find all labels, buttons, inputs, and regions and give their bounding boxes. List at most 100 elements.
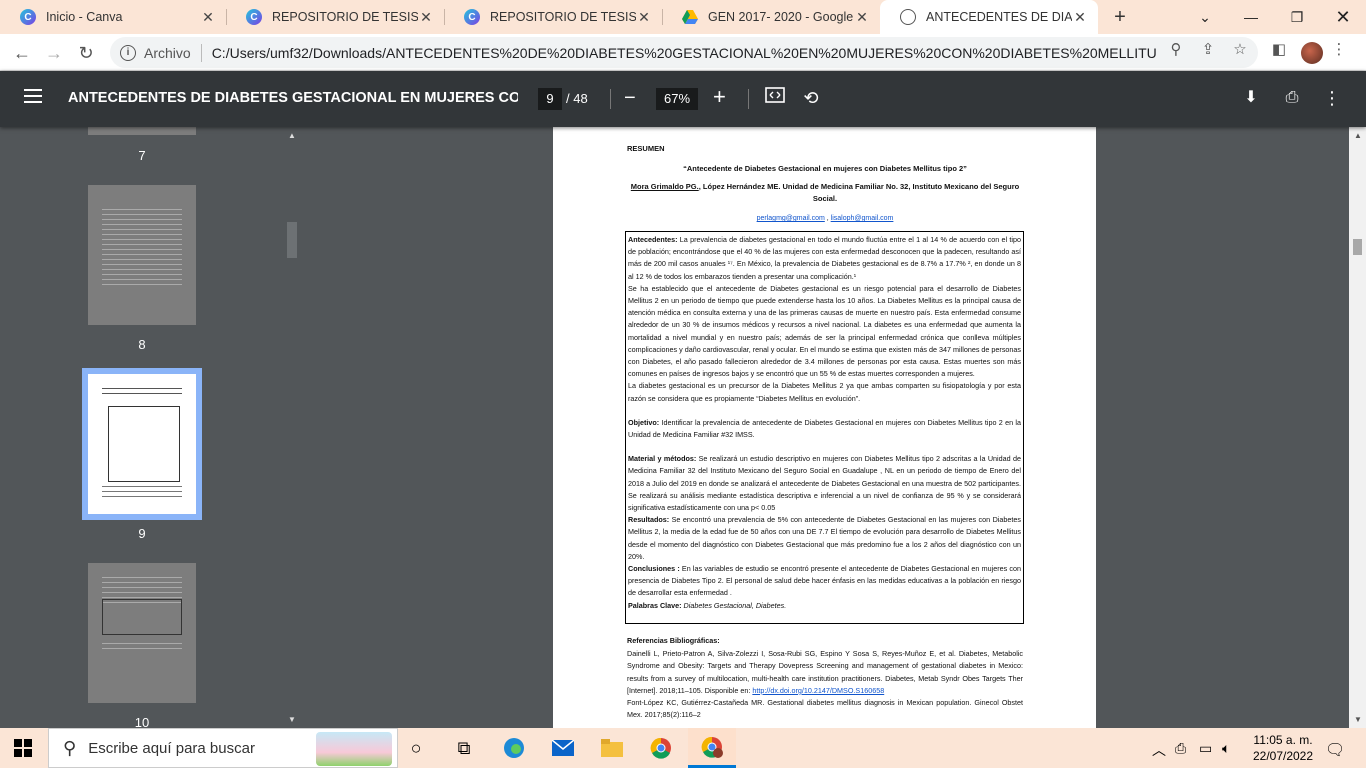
mail-icon[interactable] <box>550 736 576 760</box>
reload-button[interactable]: ↻ <box>72 39 100 67</box>
reference-item: Font-López KC, Gutiérrez-Castañeda MR. G… <box>627 698 1023 720</box>
sidebar-scroll-thumb[interactable] <box>287 222 297 258</box>
print-icon[interactable]: ⎙ <box>1281 87 1303 109</box>
tab-repositorio-1[interactable]: C REPOSITORIO DE TESIS UMF ✕ <box>226 0 444 34</box>
thumbnail-sidebar: 7 8 9 10 <box>0 127 284 728</box>
address-url[interactable]: C:/Users/umf32/Downloads/ANTECEDENTES%20… <box>212 45 1157 61</box>
reference-item: Dainelli L, Prieto-Patron A, Silva-Zolez… <box>627 648 1023 697</box>
globe-icon: ◍ <box>900 9 916 25</box>
google-drive-icon <box>682 9 698 25</box>
page-number-input[interactable]: 9 <box>538 88 562 110</box>
tab-strip: C Inicio - Canva ✕ C REPOSITORIO DE TESI… <box>0 0 1366 34</box>
scroll-down-icon[interactable]: ▼ <box>1354 715 1362 724</box>
close-icon[interactable]: ✕ <box>418 9 434 26</box>
abstract-antecedentes: Antecedentes: La prevalencia de diabetes… <box>628 234 1021 283</box>
scroll-down-icon[interactable]: ▼ <box>288 715 296 724</box>
pdf-viewport[interactable]: RESUMEN “Antecedente de Diabetes Gestaci… <box>301 127 1349 728</box>
viewer-scroll-thumb[interactable] <box>1353 239 1362 255</box>
info-icon[interactable]: i <box>120 44 136 61</box>
address-divider <box>200 43 202 62</box>
tab-repositorio-2[interactable]: C REPOSITORIO DE TESIS UMF ✕ <box>444 0 662 34</box>
search-highlight-image[interactable] <box>316 732 392 766</box>
tab-google-drive[interactable]: GEN 2017- 2020 - Google Dr ✕ <box>662 0 880 34</box>
sidebar-scrollbar[interactable] <box>284 127 301 728</box>
abstract-label: Objetivo: <box>628 417 660 427</box>
share-icon[interactable]: ⇪ <box>1199 41 1217 59</box>
reference-link[interactable]: http://dx.doi.org/10.2147/DMSO.S160658 <box>752 686 884 695</box>
clock-time: 11:05 a. m. <box>1253 733 1313 747</box>
author-name: Mora Grimaldo PG. <box>630 182 699 191</box>
tab-title: Inicio - Canva <box>46 10 123 24</box>
document-heading: “Antecedente de Diabetes Gestacional en … <box>683 164 967 173</box>
canva-icon: C <box>246 9 262 25</box>
download-icon[interactable]: ⬇ <box>1240 87 1262 109</box>
abstract-label: Material y métodos: <box>628 454 697 464</box>
thumbnail-label: 7 <box>138 148 146 163</box>
close-icon[interactable]: ✕ <box>854 9 870 26</box>
tab-search-button[interactable]: ⌄ <box>1182 0 1228 34</box>
clock-date: 22/07/2022 <box>1252 749 1314 763</box>
side-panel-icon[interactable]: ◧ <box>1270 41 1288 59</box>
tab-title: GEN 2017- 2020 - Google Dr <box>708 10 854 24</box>
windows-start-icon[interactable] <box>14 739 32 757</box>
tab-inicio-canva[interactable]: C Inicio - Canva ✕ <box>0 0 226 34</box>
taskbar-clock[interactable]: 11:05 a. m. 22/07/2022 <box>1248 732 1318 764</box>
network-icon[interactable]: ⎙ <box>1175 740 1186 757</box>
abstract-box: Antecedentes: La prevalencia de diabetes… <box>625 231 1024 624</box>
email-link[interactable]: lisaloph@gmail.com <box>831 215 894 222</box>
restore-button[interactable]: ❐ <box>1274 0 1320 34</box>
close-icon[interactable]: ✕ <box>636 9 652 26</box>
bookmark-star-icon[interactable]: ☆ <box>1231 41 1249 59</box>
task-view-icon[interactable]: ⧉ <box>451 736 477 760</box>
hamburger-menu-icon[interactable] <box>24 89 42 107</box>
notifications-icon[interactable]: 🗨︎ <box>1325 740 1345 760</box>
browser-toolbar: ← → ↻ i Archivo C:/Users/umf32/Downloads… <box>0 34 1366 71</box>
address-bar[interactable]: i Archivo C:/Users/umf32/Downloads/ANTEC… <box>110 37 1258 68</box>
tab-title: ANTECEDENTES DE DIABETE <box>926 10 1072 24</box>
close-icon[interactable]: ✕ <box>200 9 216 26</box>
cortana-icon[interactable]: ○ <box>403 736 429 760</box>
references: Referencias Bibliográficas: Dainelli L, … <box>627 635 1023 721</box>
volume-icon[interactable]: 🔈︎ <box>1222 740 1230 757</box>
thumbnail-page-9[interactable] <box>82 368 202 520</box>
abstract-objetivo: Objetivo: Identificar la prevalencia de … <box>628 417 1021 441</box>
email-link[interactable]: perlagmg@gmail.com <box>757 215 825 222</box>
page-total: / 48 <box>566 91 588 106</box>
thumbnail-page-8[interactable] <box>88 185 196 325</box>
abstract-material: Material y métodos: Se realizará un estu… <box>628 453 1021 514</box>
tab-antecedentes[interactable]: ◍ ANTECEDENTES DE DIABETE ✕ <box>880 0 1098 34</box>
zoom-out-button[interactable]: − <box>624 87 636 110</box>
zoom-input[interactable]: 67% <box>656 88 698 110</box>
new-tab-button[interactable]: + <box>1108 5 1132 29</box>
toolbar-divider <box>748 89 749 109</box>
section-label: RESUMEN <box>627 144 665 153</box>
references-title: Referencias Bibliográficas: <box>627 636 720 645</box>
close-icon[interactable]: ✕ <box>1072 9 1088 26</box>
more-menu-icon[interactable]: ⋮ <box>1330 41 1348 59</box>
rotate-icon[interactable]: ⟲ <box>800 87 822 109</box>
battery-icon[interactable]: ▭ <box>1199 740 1212 757</box>
abstract-conclusiones: Conclusiones : En las variables de estud… <box>628 563 1021 600</box>
thumbnail-page-7[interactable] <box>88 127 196 135</box>
thumbnail-page-10[interactable] <box>88 563 196 703</box>
more-options-icon[interactable]: ⋮ <box>1321 87 1343 109</box>
forward-button[interactable]: → <box>40 39 68 67</box>
scroll-up-icon[interactable]: ▲ <box>1354 131 1362 140</box>
file-explorer-icon[interactable] <box>599 736 625 760</box>
back-button[interactable]: ← <box>8 39 36 67</box>
abstract-text: En las variables de estudio se encontró … <box>628 564 1021 598</box>
fit-page-icon[interactable] <box>764 87 786 109</box>
scroll-up-icon[interactable]: ▲ <box>288 131 296 140</box>
viewer-scrollbar[interactable] <box>1349 127 1366 728</box>
edge-icon[interactable] <box>501 736 527 760</box>
zoom-in-button[interactable]: + <box>713 84 726 110</box>
pdf-toolbar: ANTECEDENTES DE DIABETES GESTACIONAL EN … <box>0 71 1366 127</box>
close-window-button[interactable]: ✕ <box>1320 0 1366 34</box>
minimize-button[interactable]: — <box>1228 0 1274 34</box>
zoom-icon[interactable]: ⚲ <box>1167 41 1185 59</box>
author-affiliation: , López Hernández ME. Unidad de Medicina… <box>698 182 1020 204</box>
profile-avatar[interactable] <box>1301 42 1323 64</box>
chrome-profile-icon[interactable] <box>688 728 736 768</box>
chrome-icon[interactable] <box>648 736 674 760</box>
tray-chevron-icon[interactable]: ︿ <box>1152 740 1166 760</box>
